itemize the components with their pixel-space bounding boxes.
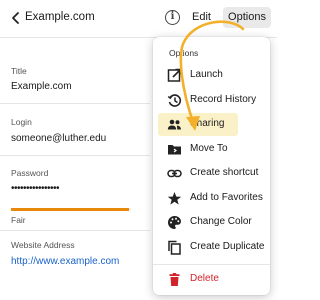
menu-item-change-color[interactable]: Change Color: [158, 211, 265, 234]
login-value[interactable]: someone@luther.edu: [11, 133, 106, 144]
password-strength-bar: [11, 208, 131, 211]
folder-icon: [167, 142, 182, 157]
header-title: Example.com: [25, 11, 95, 23]
menu-item-delete[interactable]: Delete: [158, 268, 265, 291]
back-button[interactable]: [9, 11, 23, 25]
website-link[interactable]: http://www.example.com: [11, 256, 119, 267]
link-icon: [167, 166, 182, 181]
menu-item-label: Create Duplicate: [190, 241, 265, 252]
login-label: Login: [11, 117, 32, 127]
divider: [0, 155, 150, 156]
info-button[interactable]: i: [165, 10, 180, 25]
menu-item-label: Move To: [190, 143, 228, 154]
menu-item-create-duplicate[interactable]: Create Duplicate: [158, 236, 265, 259]
menu-item-label: Change Color: [190, 216, 252, 227]
star-icon: [167, 191, 182, 206]
password-label: Password: [11, 168, 49, 178]
menu-item-label: Create shortcut: [190, 167, 259, 178]
copy-icon: [167, 240, 182, 255]
header-bar: Example.com i Edit Options: [0, 0, 277, 38]
password-value[interactable]: ••••••••••••••••: [11, 183, 60, 194]
launch-icon: [167, 68, 182, 83]
edit-button[interactable]: Edit: [186, 8, 217, 27]
people-icon: [167, 117, 182, 132]
options-menu: Options Launch Record History Sharing Mo…: [153, 37, 270, 295]
title-value[interactable]: Example.com: [11, 81, 72, 92]
divider: [0, 230, 150, 231]
menu-item-label: Add to Favorites: [190, 192, 263, 203]
history-icon: [167, 93, 182, 108]
menu-item-launch[interactable]: Launch: [158, 64, 265, 87]
menu-item-add-to-favorites[interactable]: Add to Favorites: [158, 187, 265, 210]
menu-item-label: Record History: [190, 94, 257, 105]
website-label: Website Address: [11, 240, 75, 250]
menu-item-move-to[interactable]: Move To: [158, 138, 265, 161]
password-strength-fill: [11, 208, 129, 211]
palette-icon: [167, 215, 182, 230]
menu-item-record-history[interactable]: Record History: [158, 89, 265, 112]
chevron-left-icon: [12, 12, 19, 24]
app-window: Example.com i Edit Options Title Example…: [0, 0, 277, 300]
menu-item-sharing[interactable]: Sharing: [158, 113, 238, 136]
options-button[interactable]: Options: [223, 7, 271, 28]
menu-item-label: Delete: [190, 273, 219, 284]
menu-divider: [153, 264, 270, 265]
password-strength-label: Fair: [11, 215, 26, 225]
title-label: Title: [11, 66, 27, 76]
divider: [0, 103, 150, 104]
menu-item-label: Launch: [190, 69, 223, 80]
menu-item-label: Sharing: [190, 118, 225, 129]
menu-heading: Options: [169, 48, 199, 58]
trash-icon: [167, 272, 182, 287]
menu-item-create-shortcut[interactable]: Create shortcut: [158, 162, 265, 185]
